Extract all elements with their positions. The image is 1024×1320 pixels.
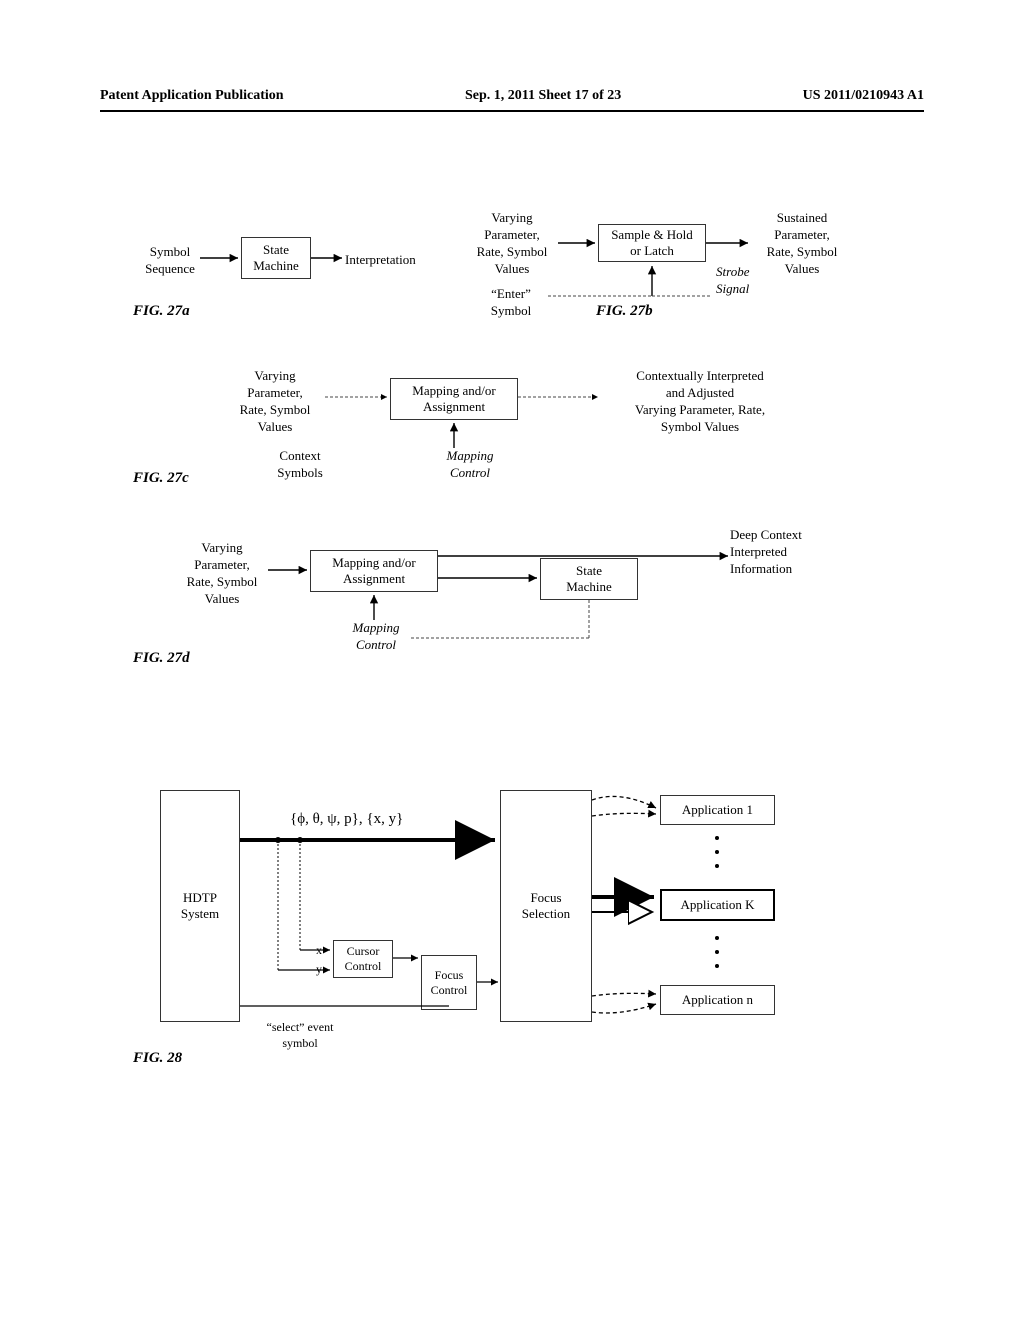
page-header: Patent Application Publication Sep. 1, 2… [0,88,1024,112]
fig27b-enter: “Enter” Symbol [476,286,546,320]
fig27c-output: Contextually Interpreted and Adjusted Va… [600,368,800,436]
fig27d-input: Varying Parameter, Rate, Symbol Values [172,540,272,608]
fig27c-map: Mapping Control [430,448,510,482]
fig28-select: “select” event symbol [245,1020,355,1051]
fig28-focus-sel: Focus Selection [500,790,592,1022]
fig27d-box2: State Machine [540,558,638,600]
header-center: Sep. 1, 2011 Sheet 17 of 23 [465,88,621,104]
fig28-y: y [316,962,322,978]
fig27d-output: Deep Context Interpreted Information [730,527,850,578]
fig27c-input: Varying Parameter, Rate, Symbol Values [225,368,325,436]
header-right: US 2011/0210943 A1 [803,88,924,104]
fig27c-label: FIG. 27c [133,470,189,487]
fig27d-box1: Mapping and/or Assignment [310,550,438,592]
fig27b-box: Sample & Hold or Latch [598,224,706,262]
fig28-label: FIG. 28 [133,1050,182,1067]
fig27a-output: Interpretation [345,252,416,269]
fig27d-label: FIG. 27d [133,650,190,667]
fig28-hdtp: HDTP System [160,790,240,1022]
fig27a-box: State Machine [241,237,311,279]
fig27a-label: FIG. 27a [133,303,190,320]
fig27a-input: Symbol Sequence [130,244,210,278]
fig27c-ctx: Context Symbols [260,448,340,482]
fig27b-label: FIG. 27b [596,303,653,320]
fig27d-map: Mapping Control [336,620,416,654]
header-left: Patent Application Publication [100,88,284,104]
fig28-appk: Application K [660,889,775,921]
fig27c-box: Mapping and/or Assignment [390,378,518,420]
fig28-params: {ϕ, θ, ψ, p}, {x, y} [290,810,403,830]
page: Patent Application Publication Sep. 1, 2… [0,0,1024,1320]
fig27b-input: Varying Parameter, Rate, Symbol Values [462,210,562,278]
fig28-x: x [316,943,322,959]
fig28-focus-ctrl: Focus Control [421,955,477,1010]
fig27b-strobe: Strobe Signal [716,264,776,298]
fig28-app1: Application 1 [660,795,775,825]
fig28-cursor: Cursor Control [333,940,393,978]
fig28-appn: Application n [660,985,775,1015]
header-rule [100,110,924,112]
